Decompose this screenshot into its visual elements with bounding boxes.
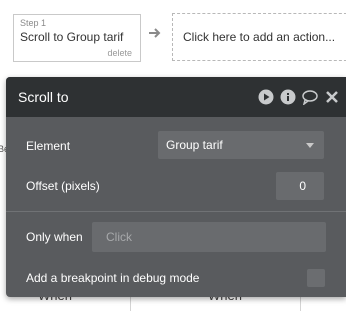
breakpoint-label: Add a breakpoint in debug mode — [26, 271, 200, 285]
section-divider — [6, 211, 346, 212]
element-label: Element — [26, 139, 71, 153]
add-action-button[interactable]: Click here to add an action... — [172, 13, 346, 61]
comment-icon[interactable] — [302, 89, 318, 105]
info-icon[interactable] — [280, 89, 296, 105]
offset-input[interactable]: 0 — [276, 172, 324, 200]
only-when-input[interactable]: Click — [92, 222, 326, 252]
arrow-right-icon — [149, 28, 161, 38]
step-title: Scroll to Group tarif — [20, 30, 124, 44]
element-dropdown-value: Group tarif — [166, 138, 223, 152]
chevron-down-icon — [306, 143, 314, 148]
breakpoint-checkbox[interactable] — [307, 269, 325, 287]
scroll-to-panel: Scroll to Element Group tarif Offset (pi… — [6, 77, 346, 297]
step-number: Step 1 — [20, 18, 47, 28]
panel-title: Scroll to — [18, 89, 69, 105]
play-icon[interactable] — [258, 89, 274, 105]
step-delete-link[interactable]: delete — [107, 48, 132, 58]
element-dropdown[interactable]: Group tarif — [158, 131, 324, 159]
panel-header: Scroll to — [6, 77, 346, 117]
offset-label: Offset (pixels) — [26, 179, 100, 193]
workflow-step-card[interactable]: Step 1 Scroll to Group tarif delete — [13, 14, 141, 62]
close-icon[interactable] — [324, 89, 340, 105]
only-when-label: Only when — [26, 230, 83, 244]
